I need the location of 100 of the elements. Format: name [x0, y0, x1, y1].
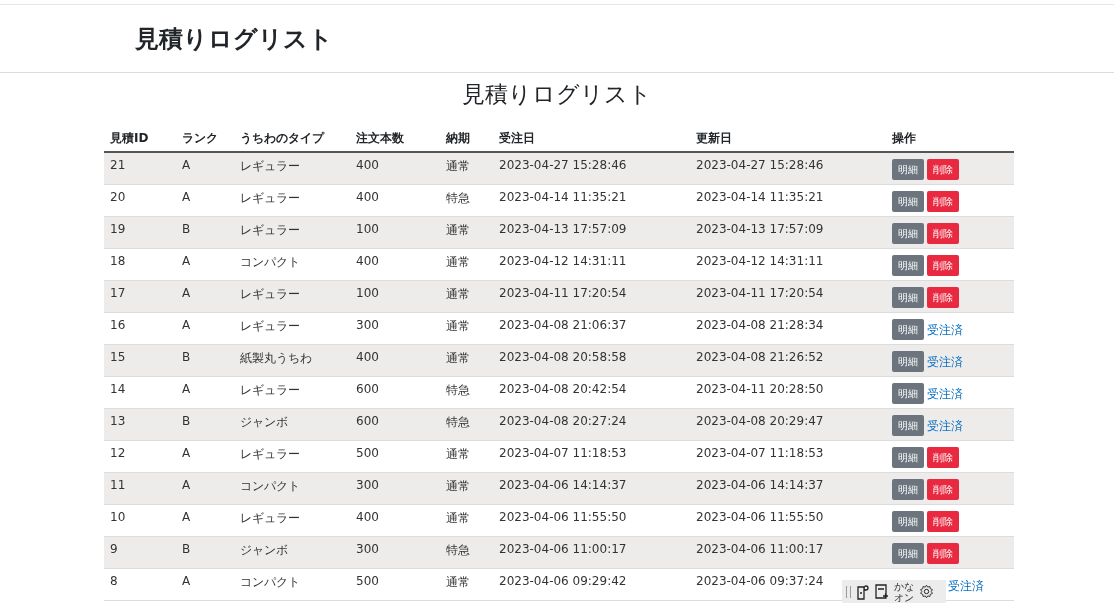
detail-button[interactable]: 明細	[892, 159, 924, 180]
delete-button[interactable]: 削除	[927, 447, 959, 468]
table-cell: B	[182, 414, 191, 428]
input-mode-toggle[interactable]: かな オン	[894, 580, 914, 603]
table-cell: 通常	[446, 510, 470, 527]
table-cell: A	[182, 318, 191, 332]
ordered-link[interactable]: 受注済	[927, 418, 963, 435]
column-header: 操作	[892, 130, 916, 147]
table-cell: 2023-04-06 11:55:50	[696, 510, 824, 524]
ordered-link[interactable]: 受注済	[927, 386, 963, 403]
table-cell: 2023-04-11 17:20:54	[499, 286, 627, 300]
ordered-link[interactable]: 受注済	[927, 354, 963, 371]
detail-button[interactable]: 明細	[892, 383, 924, 404]
delete-button[interactable]: 削除	[927, 287, 959, 308]
table-cell: A	[182, 510, 191, 524]
table-cell: 400	[356, 350, 379, 364]
grip-icon[interactable]	[846, 585, 851, 598]
table-cell: 600	[356, 414, 379, 428]
table-cell: ジャンボ	[240, 542, 288, 559]
column-header: 納期	[446, 130, 470, 147]
detail-button[interactable]: 明細	[892, 191, 924, 212]
table-cell: 13	[110, 414, 126, 428]
table-cell: 紙製丸うちわ	[240, 350, 312, 367]
ordered-link[interactable]: 受注済	[927, 322, 963, 339]
table-cell: 8	[110, 574, 118, 588]
table-cell: 300	[356, 542, 379, 556]
table-cell: 11	[110, 478, 126, 492]
table-cell: 2023-04-14 11:35:21	[499, 190, 627, 204]
table-cell: 2023-04-06 11:55:50	[499, 510, 627, 524]
table-cell: 通常	[446, 158, 470, 175]
detail-button[interactable]: 明細	[892, 543, 924, 564]
table-cell: 2023-04-06 09:37:24	[696, 574, 824, 588]
table-cell: 2023-04-07 11:18:53	[499, 446, 627, 460]
delete-button[interactable]: 削除	[927, 255, 959, 276]
table-cell: 2023-04-07 11:18:53	[696, 446, 824, 460]
ordered-link[interactable]: 受注済	[948, 578, 984, 595]
table-cell: 19	[110, 222, 126, 236]
table-cell: 21	[110, 158, 126, 172]
column-header: ランク	[182, 130, 218, 147]
table-cell: レギュラー	[240, 510, 300, 527]
table-cell: 2023-04-08 20:58:58	[499, 350, 627, 364]
detail-button[interactable]: 明細	[892, 287, 924, 308]
table-cell: 特急	[446, 190, 470, 207]
detail-button[interactable]: 明細	[892, 479, 924, 500]
delete-button[interactable]: 削除	[927, 159, 959, 180]
table-cell: 300	[356, 318, 379, 332]
table-cell: 2023-04-27 15:28:46	[696, 158, 824, 172]
column-header: 受注日	[499, 130, 535, 147]
table-cell: 2023-04-06 11:00:17	[499, 542, 627, 556]
detail-button[interactable]: 明細	[892, 447, 924, 468]
detail-button[interactable]: 明細	[892, 223, 924, 244]
table-cell: 600	[356, 382, 379, 396]
table-cell: 12	[110, 446, 126, 460]
table-cell: 300	[356, 478, 379, 492]
delete-button[interactable]: 削除	[927, 511, 959, 532]
table-cell: A	[182, 286, 191, 300]
table-cell: B	[182, 350, 191, 364]
delete-button[interactable]: 削除	[927, 543, 959, 564]
detail-button[interactable]: 明細	[892, 415, 924, 436]
table-cell: コンパクト	[240, 254, 300, 271]
table-cell: レギュラー	[240, 318, 300, 335]
table-cell: 通常	[446, 286, 470, 303]
table-cell: 500	[356, 446, 379, 460]
table-cell: コンパクト	[240, 574, 300, 591]
table-cell: 400	[356, 190, 379, 204]
table-cell: 通常	[446, 446, 470, 463]
table-cell: A	[182, 574, 191, 588]
delete-button[interactable]: 削除	[927, 191, 959, 212]
detail-button[interactable]: 明細	[892, 255, 924, 276]
table-cell: 500	[356, 574, 379, 588]
table-cell: 2023-04-08 20:27:24	[499, 414, 627, 428]
table-cell: 2023-04-08 20:42:54	[499, 382, 627, 396]
column-header: 注文本数	[356, 130, 404, 147]
detail-button[interactable]: 明細	[892, 511, 924, 532]
table-cell: レギュラー	[240, 286, 300, 303]
table-cell: レギュラー	[240, 158, 300, 175]
table-cell: 特急	[446, 414, 470, 431]
column-header: 見積ID	[110, 130, 149, 147]
table-cell: 100	[356, 286, 379, 300]
table-cell: 2023-04-11 17:20:54	[696, 286, 824, 300]
table-cell: 通常	[446, 478, 470, 495]
table-cell: 10	[110, 510, 126, 524]
site-title: 見積りログリスト	[135, 23, 333, 55]
table-cell: 通常	[446, 574, 470, 591]
table-cell: コンパクト	[240, 478, 300, 495]
table-cell: A	[182, 190, 191, 204]
pad-icon[interactable]	[875, 583, 889, 600]
table-cell: 18	[110, 254, 126, 268]
detail-button[interactable]: 明細	[892, 351, 924, 372]
table-cell: 16	[110, 318, 126, 332]
table-cell: 通常	[446, 222, 470, 239]
delete-button[interactable]: 削除	[927, 479, 959, 500]
detail-button[interactable]: 明細	[892, 319, 924, 340]
settings-icon[interactable]	[919, 584, 934, 599]
table-cell: A	[182, 478, 191, 492]
table-cell: A	[182, 446, 191, 460]
table-cell: 2023-04-27 15:28:46	[499, 158, 627, 172]
delete-button[interactable]: 削除	[927, 223, 959, 244]
table-cell: レギュラー	[240, 382, 300, 399]
table-cell: 2023-04-08 21:06:37	[499, 318, 627, 332]
